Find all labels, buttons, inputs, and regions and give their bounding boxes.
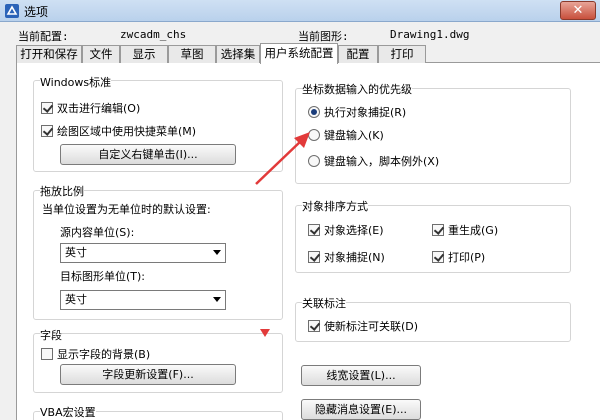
assoc-dim-label: 使新标注可关联(D) xyxy=(324,320,419,333)
object-snap-checkbox[interactable]: 对象捕捉(N) xyxy=(308,249,385,265)
object-selection-checkbox[interactable]: 对象选择(E) xyxy=(308,222,384,238)
checkbox-checked-icon xyxy=(432,251,444,263)
object-snap-label: 对象捕捉(N) xyxy=(324,251,385,264)
tab-user-preferences[interactable]: 用户系统配置 xyxy=(260,43,338,64)
assoc-dim-checkbox[interactable]: 使新标注可关联(D) xyxy=(308,318,418,334)
object-selection-label: 对象选择(E) xyxy=(324,224,384,237)
assoc-dim-title: 关联标注 xyxy=(302,295,346,311)
plot-sort-checkbox[interactable]: 打印(P) xyxy=(432,249,485,265)
checkbox-checked-icon xyxy=(308,224,320,236)
sort-method-title: 对象排序方式 xyxy=(302,198,368,214)
lineweight-settings-button[interactable]: 线宽设置(L)... xyxy=(301,365,421,386)
hidden-message-settings-button[interactable]: 隐藏消息设置(E)... xyxy=(301,399,421,420)
checkbox-checked-icon xyxy=(308,251,320,263)
plot-sort-label: 打印(P) xyxy=(448,251,486,264)
checkbox-checked-icon xyxy=(308,320,320,332)
regen-checkbox[interactable]: 重生成(G) xyxy=(432,222,498,238)
regen-label: 重生成(G) xyxy=(448,224,499,237)
checkbox-checked-icon xyxy=(432,224,444,236)
